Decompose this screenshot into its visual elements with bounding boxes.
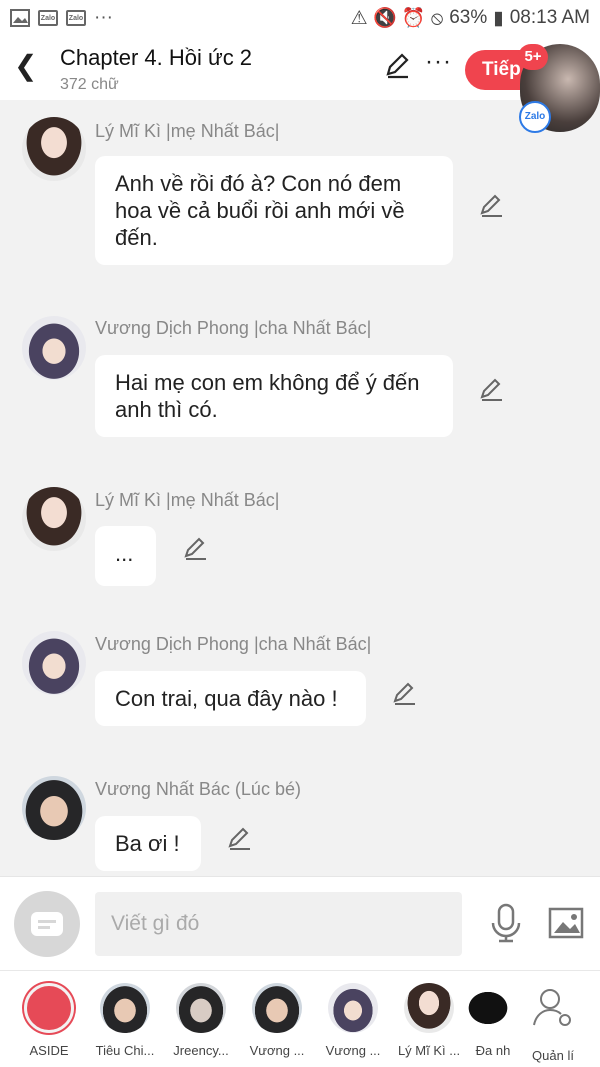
edit-message-icon[interactable] [227,826,253,852]
word-count: 372 chữ [60,76,119,93]
character-item[interactable]: Tiêu Chi... [87,981,163,1058]
character-name: Quản lí [532,1048,574,1063]
character-tray: ASIDE Tiêu Chi... Jreency... Vương ... V… [0,970,600,1067]
zalo-app-icon: Zalo [519,101,551,133]
edit-message-icon[interactable] [392,681,418,707]
sender-name: Vương Dịch Phong |cha Nhất Bác| [95,634,372,654]
sender-name: Vương Dịch Phong |cha Nhất Bác| [95,318,372,338]
manage-characters-button[interactable]: Quản lí [515,981,591,1063]
aside-toggle-button[interactable] [14,891,80,957]
notification-badge: 5+ [518,44,548,70]
character-name: Đa nh [475,1043,511,1058]
character-item[interactable]: Đa nh [467,981,519,1058]
signal-icons: ⚠ 🔇 ⏰ ⦸ [350,8,444,29]
chapter-header: ❮ Chapter 4. Hồi ức 2 372 chữ ··· Tiếp [0,36,600,100]
character-avatar [404,983,454,1033]
character-item[interactable]: Vương ... [239,981,315,1058]
more-icon: ··· [94,7,113,28]
message-bubble[interactable]: Ba ơi ! [95,816,201,871]
character-item[interactable]: Vương ... [315,981,391,1058]
edit-icon[interactable] [384,52,412,80]
image-icon [10,9,30,27]
message-bubble[interactable]: ... [95,526,156,586]
character-name: ASIDE [29,1043,69,1058]
edit-message-icon[interactable] [183,536,209,562]
character-avatar [328,983,378,1033]
sender-name: Lý Mĩ Kì |mẹ Nhất Bác| [95,490,280,510]
avatar[interactable] [22,316,86,380]
character-avatar [468,983,518,1033]
character-name: Jreency... [173,1043,229,1058]
character-name: Lý Mĩ Kì ... [397,1043,461,1058]
edit-message-icon[interactable] [479,193,505,219]
battery-percent: 63% [449,7,488,28]
message-bubble[interactable]: Anh về rồi đó à? Con nó đem hoa về cả bu… [95,156,453,265]
user-settings-icon [533,989,571,1026]
chat-bubble-icon [31,912,63,936]
character-avatar [176,983,226,1033]
character-avatar [100,983,150,1033]
character-name: Tiêu Chi... [95,1043,155,1058]
avatar[interactable] [22,487,86,551]
message-bubble[interactable]: Con trai, qua đây nào ! [95,671,366,726]
more-options-icon[interactable]: ··· [425,48,452,76]
character-item[interactable]: Lý Mĩ Kì ... [391,981,467,1058]
status-bar: Zalo Zalo ··· ⚠ 🔇 ⏰ ⦸ 63% ▮ 08:13 AM [0,0,600,36]
battery-icon: ▮ [493,7,504,29]
avatar[interactable] [22,776,86,840]
character-item[interactable]: Jreency... [163,981,239,1058]
sender-name: Lý Mĩ Kì |mẹ Nhất Bác| [95,121,280,141]
avatar[interactable] [22,631,86,695]
chat-bubble-icon [24,983,74,1033]
character-name: Vương ... [325,1043,381,1058]
message-bubble[interactable]: Hai mẹ con em không để ý đến anh thì có. [95,355,453,437]
composer-bar: Viết gì đó [0,876,600,970]
zalo-icon: Zalo [38,10,58,26]
character-aside[interactable]: ASIDE [11,981,87,1058]
microphone-icon[interactable] [488,903,524,943]
character-avatar [252,983,302,1033]
image-upload-icon[interactable] [548,907,584,939]
back-icon[interactable]: ❮ [14,52,37,80]
sender-name: Vương Nhất Bác (Lúc bé) [95,779,301,799]
zalo-icon: Zalo [66,10,86,26]
avatar[interactable] [22,117,86,181]
message-input[interactable]: Viết gì đó [95,892,462,956]
clock: 08:13 AM [509,7,590,28]
character-name: Vương ... [249,1043,305,1058]
chapter-title: Chapter 4. Hồi ức 2 [60,45,253,70]
edit-message-icon[interactable] [479,377,505,403]
